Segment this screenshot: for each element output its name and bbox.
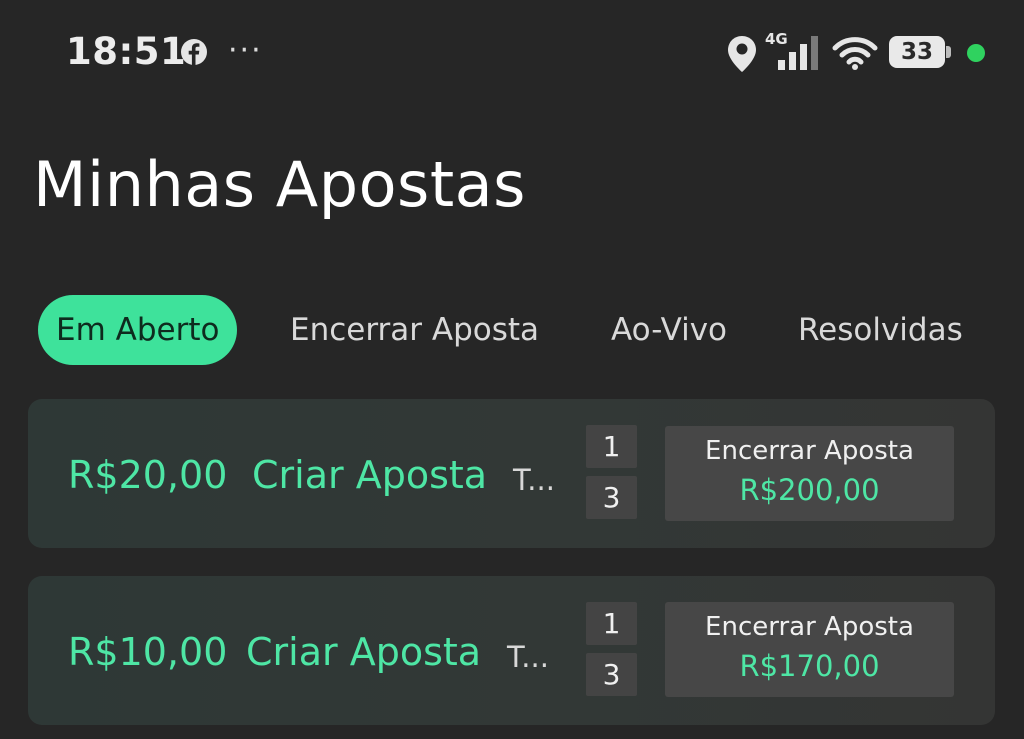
score-home: 1 (586, 602, 637, 645)
page-title: Minhas Apostas (33, 148, 526, 221)
cashout-value: R$170,00 (739, 649, 880, 683)
battery-tip (946, 46, 951, 58)
battery-level: 33 (900, 39, 933, 65)
bet-stake: R$10,00 (68, 630, 228, 674)
bet-card[interactable]: R$20,00 Criar Aposta T... 1 3 Encerrar A… (28, 399, 995, 548)
tab-encerrar-aposta[interactable]: Encerrar Aposta (290, 295, 539, 365)
signal-icon (778, 36, 818, 70)
bet-card[interactable]: R$10,00 Criar Aposta T... 1 3 Encerrar A… (28, 576, 995, 725)
cashout-value: R$200,00 (739, 473, 880, 507)
location-icon (728, 36, 756, 72)
score-home: 1 (586, 425, 637, 468)
more-notifications-icon: ··· (228, 33, 263, 68)
cashout-label: Encerrar Aposta (705, 436, 914, 466)
tab-ao-vivo[interactable]: Ao-Vivo (611, 295, 727, 365)
cashout-label: Encerrar Aposta (705, 612, 914, 642)
bet-tabs: Em Aberto Encerrar Aposta Ao-Vivo Resolv… (38, 295, 1024, 365)
score-away: 3 (586, 476, 637, 519)
tab-resolvidas[interactable]: Resolvidas (798, 295, 963, 365)
status-time: 18:51 (66, 30, 187, 73)
bet-type: Criar Aposta (252, 453, 488, 497)
bet-team: T... (513, 463, 555, 497)
tab-em-aberto[interactable]: Em Aberto (38, 295, 238, 365)
wifi-icon (832, 37, 878, 70)
score-away: 3 (586, 653, 637, 696)
facebook-icon (181, 39, 207, 65)
cashout-button[interactable]: Encerrar Aposta R$170,00 (665, 602, 954, 697)
bet-type: Criar Aposta (246, 630, 482, 674)
cashout-button[interactable]: Encerrar Aposta R$200,00 (665, 426, 954, 521)
notification-dot (967, 44, 985, 62)
bet-stake: R$20,00 (68, 453, 228, 497)
status-bar: 18:51 ··· 4G 33 (0, 0, 1024, 106)
bet-team: T... (507, 640, 549, 674)
